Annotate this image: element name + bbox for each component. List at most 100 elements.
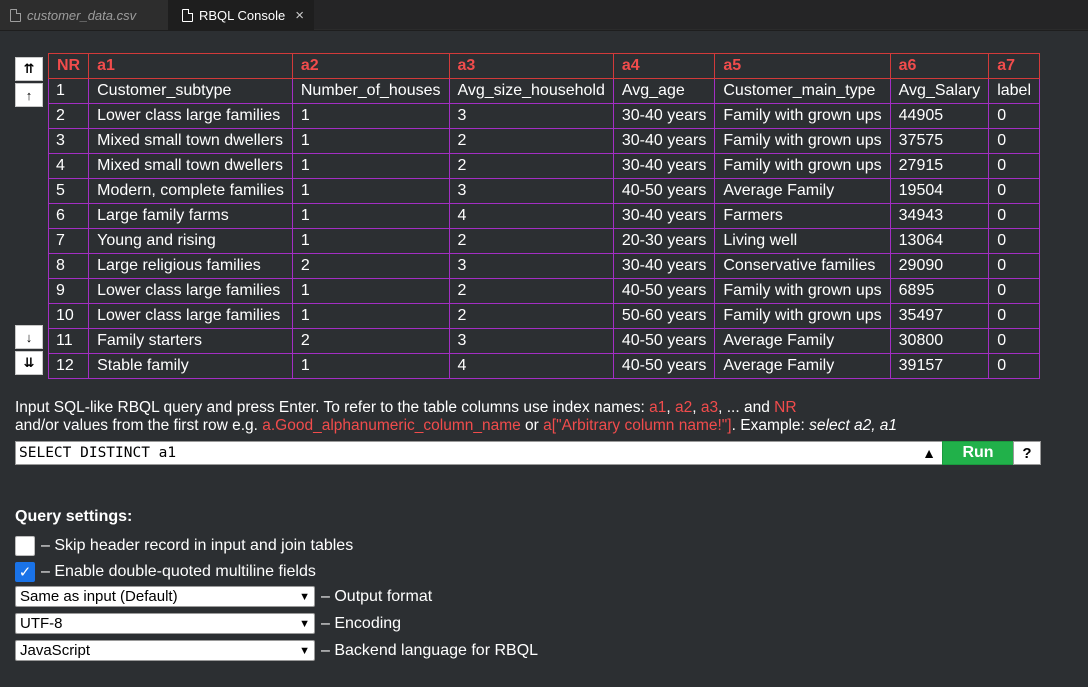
header-a4: a4 bbox=[612, 53, 716, 79]
cell-nr: 2 bbox=[47, 103, 90, 129]
header-a5: a5 bbox=[714, 53, 891, 79]
cell: 6895 bbox=[889, 278, 990, 304]
ref-arbitrary-name: a["Arbitrary column name!"] bbox=[543, 417, 732, 434]
cell: Mixed small town dwellers bbox=[88, 153, 293, 179]
help-text: and/or values from the first row e.g. bbox=[15, 417, 263, 434]
cell: 50-60 years bbox=[612, 303, 716, 329]
cell: 27915 bbox=[889, 153, 990, 179]
file-icon bbox=[10, 8, 21, 22]
cell: 1 bbox=[291, 203, 450, 229]
output-format-setting: Same as input (Default) ▼ – Output format bbox=[15, 586, 432, 607]
cell: Family with grown ups bbox=[714, 103, 891, 129]
next-page-button[interactable]: ↓ bbox=[15, 325, 43, 349]
cell: 3 bbox=[448, 103, 614, 129]
cell-nr: 9 bbox=[47, 278, 90, 304]
chevron-down-icon: ▼ bbox=[299, 590, 310, 603]
cell: 1 bbox=[291, 153, 450, 179]
cell: Number_of_houses bbox=[291, 78, 450, 104]
tab-customer-data[interactable]: customer_data.csv bbox=[0, 0, 168, 30]
help-button[interactable]: ? bbox=[1013, 441, 1041, 465]
file-icon bbox=[182, 8, 193, 22]
header-a1: a1 bbox=[88, 53, 293, 79]
ref-a3: a3 bbox=[700, 399, 719, 416]
cell: Large family farms bbox=[88, 203, 293, 229]
cell: Lower class large families bbox=[88, 278, 293, 304]
query-input[interactable] bbox=[16, 442, 916, 464]
select-value: UTF-8 bbox=[20, 615, 63, 632]
close-icon[interactable]: × bbox=[295, 7, 304, 24]
cell: 2 bbox=[448, 228, 614, 254]
ref-a2: a2 bbox=[675, 399, 693, 416]
backend-label: – Backend language for RBQL bbox=[321, 641, 539, 659]
table-header-row: NR a1 a2 a3 a4 a5 a6 a7 bbox=[47, 53, 1040, 79]
data-table: NR a1 a2 a3 a4 a5 a6 a7 1 Customer_subtyp… bbox=[47, 53, 1040, 379]
header-a6: a6 bbox=[889, 53, 990, 79]
rbql-console-panel: ⇈ ↑ ↓ ⇊ NR a1 a2 a3 a4 a5 a6 a7 1 Custome… bbox=[0, 31, 1088, 687]
prev-page-button[interactable]: ↑ bbox=[15, 83, 43, 107]
query-help-text: Input SQL-like RBQL query and press Ente… bbox=[15, 399, 897, 435]
table-row: 8 Large religious families 2 3 30-40 years Co… bbox=[47, 253, 1040, 279]
multiline-label: – Enable double-quoted multiline fields bbox=[41, 563, 316, 580]
help-text: Input SQL-like RBQL query and press Ente… bbox=[15, 399, 650, 416]
output-format-select[interactable]: Same as input (Default) ▼ bbox=[15, 586, 315, 607]
cell: 1 bbox=[291, 278, 450, 304]
cell: label bbox=[988, 78, 1040, 104]
sep: , bbox=[666, 399, 675, 416]
first-page-button[interactable]: ⇈ bbox=[15, 57, 43, 81]
cell: 29090 bbox=[889, 253, 990, 279]
encoding-select[interactable]: UTF-8 ▼ bbox=[15, 613, 315, 634]
backend-setting: JavaScript ▼ – Backend language for RBQL bbox=[15, 640, 538, 661]
cell: 0 bbox=[988, 253, 1040, 279]
cell-nr: 7 bbox=[47, 228, 90, 254]
cell: 0 bbox=[988, 228, 1040, 254]
backend-select[interactable]: JavaScript ▼ bbox=[15, 640, 315, 661]
skip-header-checkbox[interactable] bbox=[15, 536, 35, 556]
multiline-checkbox[interactable]: ✓ bbox=[15, 562, 35, 582]
cell-nr: 3 bbox=[47, 128, 90, 154]
cell: 2 bbox=[291, 328, 450, 354]
cell: 4 bbox=[448, 203, 614, 229]
header-a3: a3 bbox=[448, 53, 614, 79]
cell: 1 bbox=[291, 178, 450, 204]
last-page-button[interactable]: ⇊ bbox=[15, 351, 43, 375]
cell: 34943 bbox=[889, 203, 990, 229]
cell-nr: 4 bbox=[47, 153, 90, 179]
output-format-label: – Output format bbox=[321, 587, 433, 605]
cell-nr: 8 bbox=[47, 253, 90, 279]
cell: 3 bbox=[448, 253, 614, 279]
cell: Conservative families bbox=[714, 253, 891, 279]
header-a2: a2 bbox=[291, 53, 450, 79]
cell: Large religious families bbox=[88, 253, 293, 279]
table-row: 9 Lower class large families 1 2 40-50 years… bbox=[47, 278, 1040, 304]
cell-nr: 1 bbox=[47, 78, 90, 104]
cell: Farmers bbox=[714, 203, 891, 229]
cell-nr: 5 bbox=[47, 178, 90, 204]
cell: Avg_size_household bbox=[448, 78, 614, 104]
run-button[interactable]: Run bbox=[942, 441, 1014, 465]
query-history-icon[interactable]: ▲ bbox=[916, 445, 942, 461]
cell: Average Family bbox=[714, 353, 891, 379]
cell: 0 bbox=[988, 203, 1040, 229]
cell: Young and rising bbox=[88, 228, 293, 254]
cell: 1 bbox=[291, 228, 450, 254]
multiline-setting: ✓ – Enable double-quoted multiline field… bbox=[15, 562, 316, 582]
cell: Modern, complete families bbox=[88, 178, 293, 204]
tab-rbql-console[interactable]: RBQL Console × bbox=[168, 0, 314, 30]
tab-label: RBQL Console bbox=[199, 7, 286, 23]
header-nr: NR bbox=[47, 53, 90, 79]
check-icon: ✓ bbox=[18, 564, 32, 581]
cell: 0 bbox=[988, 178, 1040, 204]
cell-nr: 12 bbox=[47, 353, 90, 379]
cell: 40-50 years bbox=[612, 278, 716, 304]
cell: 2 bbox=[448, 303, 614, 329]
cell: Family with grown ups bbox=[714, 153, 891, 179]
cell: 39157 bbox=[889, 353, 990, 379]
table-row: 10 Lower class large families 1 2 50-60 year… bbox=[47, 303, 1040, 329]
table-row: 4 Mixed small town dwellers 1 2 30-40 years F… bbox=[47, 153, 1040, 179]
cell: 30-40 years bbox=[612, 153, 716, 179]
settings-title: Query settings: bbox=[15, 508, 133, 525]
cell: Average Family bbox=[714, 178, 891, 204]
cell: Customer_subtype bbox=[88, 78, 293, 104]
chevron-down-icon: ▼ bbox=[299, 644, 310, 657]
ref-nr: NR bbox=[774, 399, 797, 416]
